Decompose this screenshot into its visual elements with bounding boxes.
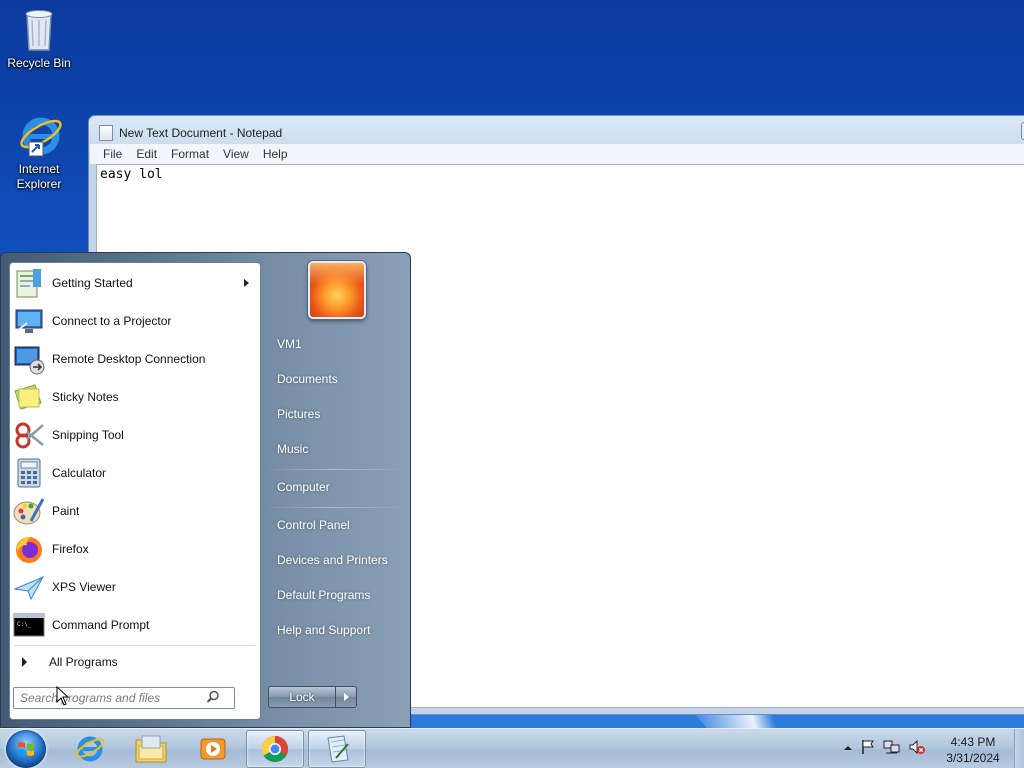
- window-title: New Text Document - Notepad: [119, 126, 283, 140]
- link-devices-and-printers[interactable]: Devices and Printers: [268, 545, 404, 575]
- link-documents[interactable]: Documents: [268, 364, 404, 394]
- menu-file[interactable]: File: [96, 147, 129, 161]
- clock-date: 3/31/2024: [946, 751, 1000, 765]
- program-snipping-tool[interactable]: Snipping Tool: [13, 417, 259, 453]
- program-command-prompt[interactable]: C:\_ Command Prompt: [13, 607, 259, 643]
- submenu-arrow-icon[interactable]: [244, 279, 249, 287]
- chrome-icon: [261, 735, 289, 763]
- file-explorer-icon: [135, 735, 167, 763]
- program-label: Sticky Notes: [52, 390, 119, 404]
- menu-bar: File Edit Format View Help: [90, 144, 1024, 164]
- desktop-icon-label: Recycle Bin: [7, 56, 71, 70]
- desktop-icon-label: Internet Explorer: [16, 162, 62, 191]
- taskbar-chrome[interactable]: [246, 730, 304, 768]
- desktop-icon-recycle-bin[interactable]: Recycle Bin: [1, 6, 77, 71]
- user-avatar[interactable]: [308, 261, 366, 319]
- link-pictures[interactable]: Pictures: [268, 399, 404, 429]
- program-connect-to-projector[interactable]: Connect to a Projector: [13, 303, 259, 339]
- internet-explorer-icon: [15, 112, 63, 160]
- program-label: Command Prompt: [52, 618, 150, 632]
- taskbar: 4:43 PM 3/31/2024: [0, 728, 1024, 768]
- search-input[interactable]: [20, 691, 206, 705]
- link-help-and-support[interactable]: Help and Support: [268, 615, 404, 645]
- program-label: Calculator: [52, 466, 107, 480]
- lock-button[interactable]: Lock: [268, 686, 336, 708]
- paint-palette-icon: [13, 495, 45, 527]
- program-label: Snipping Tool: [52, 428, 124, 442]
- start-menu: Getting Started Connect to a Projector R…: [0, 252, 411, 728]
- menu-edit[interactable]: Edit: [129, 147, 164, 161]
- program-label: Getting Started: [52, 276, 133, 290]
- paper-plane-icon: [13, 571, 45, 603]
- link-control-panel[interactable]: Control Panel: [268, 510, 404, 540]
- clock-time: 4:43 PM: [950, 735, 996, 749]
- network-icon[interactable]: [883, 739, 901, 758]
- remote-desktop-icon: [13, 343, 45, 375]
- program-getting-started[interactable]: Getting Started: [13, 265, 259, 301]
- recycle-bin-icon: [15, 6, 63, 54]
- action-center-flag-icon[interactable]: [860, 739, 876, 758]
- terminal-icon: C:\_: [13, 609, 45, 641]
- window-titlebar[interactable]: New Text Document - Notepad: [99, 123, 282, 143]
- scissors-icon: [13, 419, 45, 451]
- show-hidden-icons-icon[interactable]: [843, 742, 853, 756]
- program-paint[interactable]: Paint: [13, 493, 259, 529]
- taskbar-internet-explorer[interactable]: [60, 730, 118, 768]
- system-tray: [843, 739, 926, 758]
- program-xps-viewer[interactable]: XPS Viewer: [13, 569, 259, 605]
- windows-logo-icon: [18, 742, 34, 756]
- all-programs-item[interactable]: All Programs: [10, 649, 260, 675]
- program-label: Connect to a Projector: [52, 314, 172, 328]
- firefox-icon: [13, 533, 45, 565]
- search-box[interactable]: [13, 687, 235, 709]
- program-firefox[interactable]: Firefox: [13, 531, 259, 567]
- program-sticky-notes[interactable]: Sticky Notes: [13, 379, 259, 415]
- svg-text:C:\_: C:\_: [17, 621, 32, 628]
- program-label: Paint: [52, 504, 80, 518]
- separator: [269, 469, 401, 470]
- calculator-icon: [13, 457, 45, 489]
- desktop-icon-internet-explorer[interactable]: Internet Explorer: [1, 112, 77, 192]
- separator: [14, 645, 256, 646]
- link-default-programs[interactable]: Default Programs: [268, 580, 404, 610]
- program-label: Remote Desktop Connection: [52, 352, 206, 366]
- projector-icon: [13, 305, 45, 337]
- separator: [269, 507, 401, 508]
- system-clock[interactable]: 4:43 PM 3/31/2024: [932, 734, 1014, 766]
- program-label: XPS Viewer: [52, 580, 116, 594]
- taskbar-media-player[interactable]: [184, 730, 242, 768]
- taskbar-notepad[interactable]: [308, 730, 366, 768]
- taskbar-file-explorer[interactable]: [122, 730, 180, 768]
- internet-explorer-icon: [75, 736, 105, 762]
- link-music[interactable]: Music: [268, 434, 404, 464]
- programs-pane: Getting Started Connect to a Projector R…: [9, 262, 261, 720]
- volume-muted-icon[interactable]: [908, 739, 926, 758]
- program-calculator[interactable]: Calculator: [13, 455, 259, 491]
- shutdown-options-arrow-icon[interactable]: [335, 686, 357, 708]
- menu-help[interactable]: Help: [256, 147, 295, 161]
- notepad-icon: [99, 125, 113, 141]
- search-icon[interactable]: [206, 690, 220, 707]
- menu-format[interactable]: Format: [164, 147, 216, 161]
- start-button[interactable]: [6, 730, 46, 768]
- getting-started-icon: [13, 267, 45, 299]
- menu-view[interactable]: View: [216, 147, 256, 161]
- notepad-icon: [327, 735, 349, 763]
- show-desktop-button[interactable]: [1014, 729, 1024, 768]
- program-label: Firefox: [52, 542, 89, 556]
- link-computer[interactable]: Computer: [268, 472, 404, 502]
- all-programs-label: All Programs: [49, 655, 118, 669]
- sticky-notes-icon: [13, 381, 45, 413]
- expand-arrow-icon: [22, 657, 27, 667]
- link-user-folder[interactable]: VM1: [268, 329, 404, 359]
- program-remote-desktop[interactable]: Remote Desktop Connection: [13, 341, 259, 377]
- media-player-icon: [200, 738, 226, 760]
